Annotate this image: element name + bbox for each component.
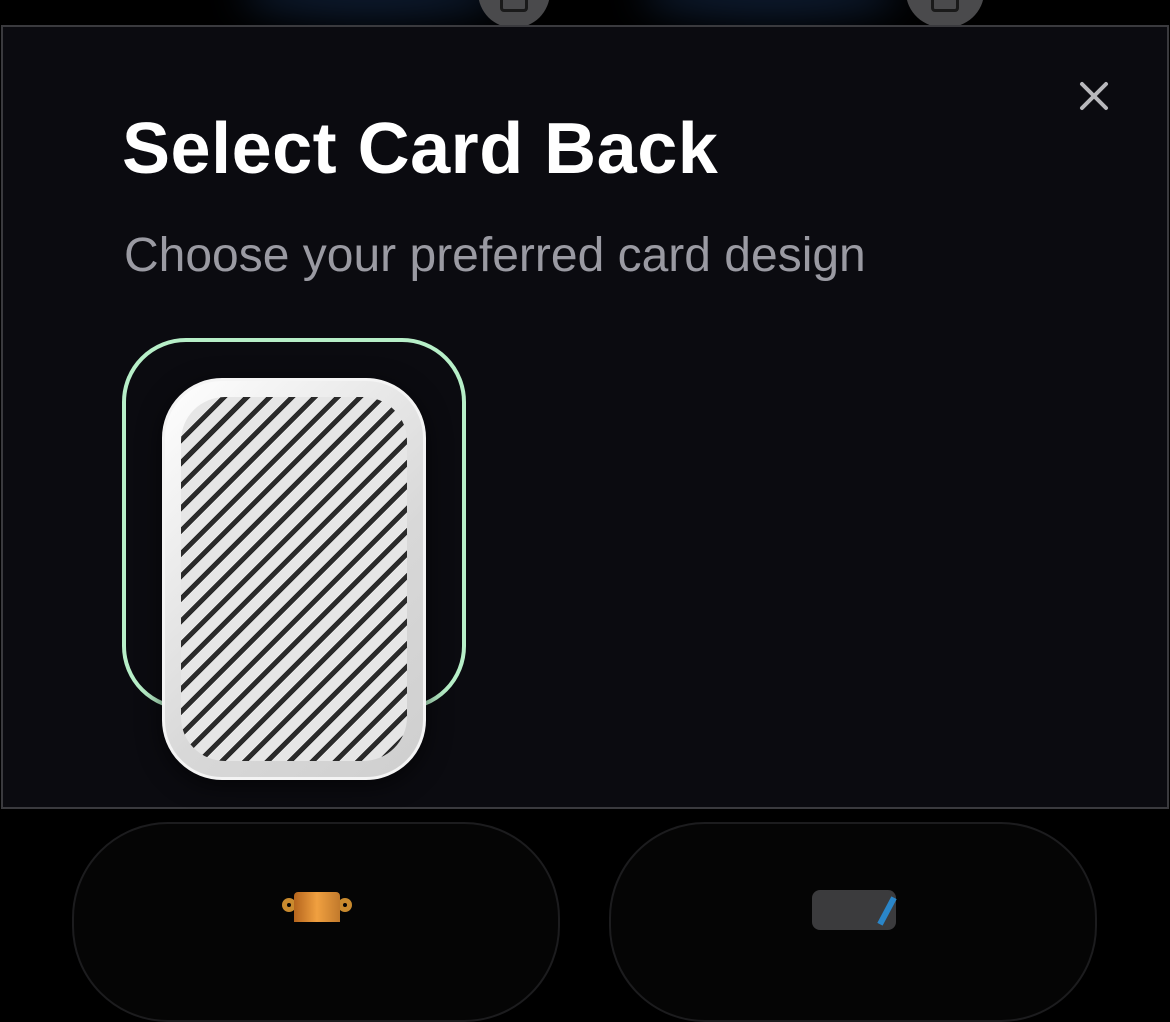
background-glow — [640, 0, 900, 20]
close-icon — [1080, 82, 1108, 110]
close-button[interactable] — [1072, 72, 1116, 116]
trophy-icon — [282, 892, 352, 922]
dialog-title: Select Card Back — [122, 109, 719, 189]
background-tile[interactable] — [72, 822, 560, 1022]
cards-icon — [812, 890, 896, 930]
background-glow — [240, 0, 500, 20]
background-icon-button[interactable] — [906, 0, 984, 28]
card-back-striped[interactable] — [162, 378, 426, 780]
dialog-subtitle: Choose your preferred card design — [124, 229, 866, 282]
background-icon-button[interactable] — [478, 0, 550, 28]
diagonal-stripes-pattern — [181, 397, 407, 761]
